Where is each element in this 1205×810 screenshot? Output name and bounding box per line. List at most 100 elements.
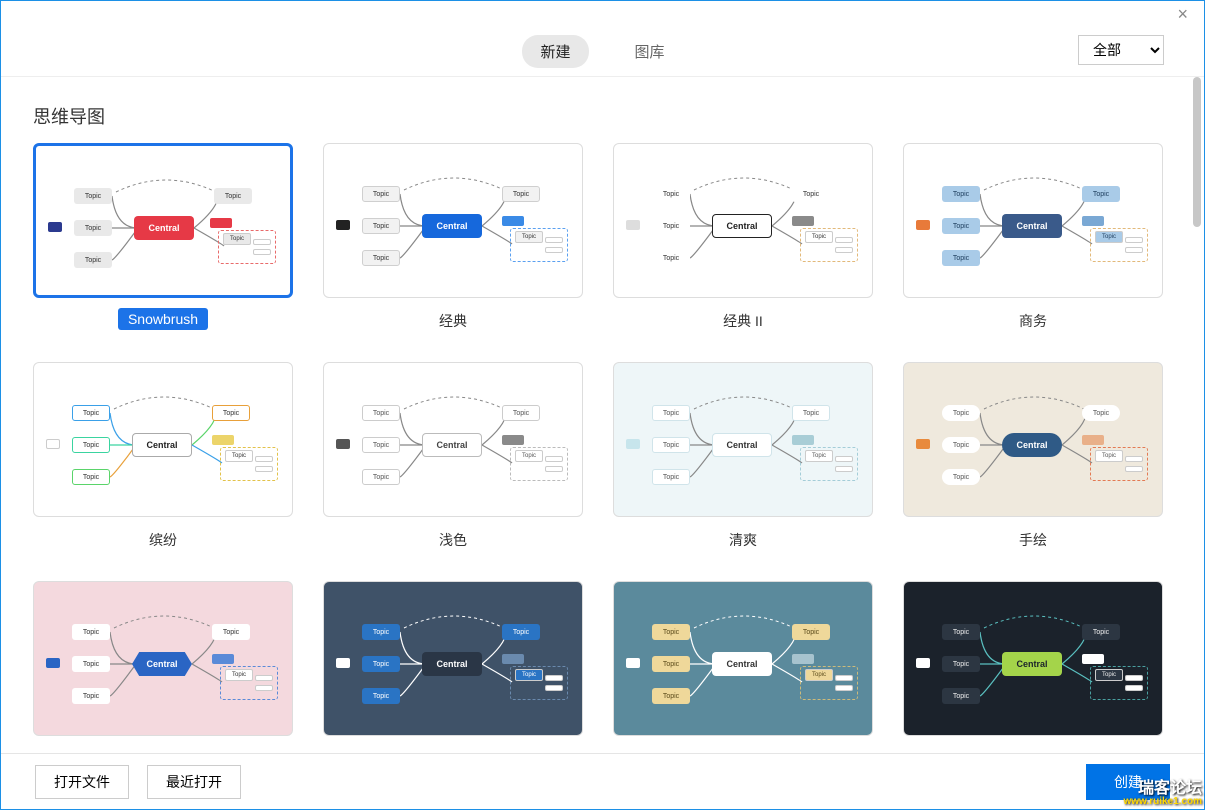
central-node: Central: [134, 216, 194, 240]
section-title: 思维导图: [33, 103, 1172, 129]
accent-chip: [212, 435, 234, 445]
topic-node: Topic: [942, 405, 980, 421]
template-label: 清爽: [719, 527, 767, 553]
sub-group: Topic: [220, 666, 278, 700]
topic-node: Topic: [942, 250, 980, 266]
topic-node: Topic: [652, 218, 690, 234]
template-classic2[interactable]: CentralTopicTopicTopicTopicTopic经典 II: [613, 143, 873, 334]
template-label: 派对: [139, 746, 187, 747]
template-party[interactable]: CentralTopicTopicTopicTopicTopic派对: [33, 581, 293, 747]
open-file-button[interactable]: 打开文件: [35, 765, 129, 799]
template-fresh[interactable]: CentralTopicTopicTopicTopicTopic清爽: [613, 362, 873, 553]
template-snowbrush[interactable]: CentralTopicTopicTopicTopicTopicSnowbrus…: [33, 143, 293, 334]
central-node: Central: [132, 433, 192, 457]
sub-group: Topic: [1090, 666, 1148, 700]
topic-node: Topic: [942, 624, 980, 640]
central-node: Central: [422, 214, 482, 238]
create-button[interactable]: 创建: [1086, 764, 1170, 800]
topic-node: Topic: [502, 186, 540, 202]
accent-chip: [1082, 216, 1104, 226]
template-label: 商务: [1009, 308, 1057, 334]
accent-chip: [1082, 654, 1104, 664]
summary-chip: [626, 439, 640, 449]
topic-node: Topic: [942, 469, 980, 485]
summary-chip: [626, 220, 640, 230]
topic-node: Topic: [212, 624, 250, 640]
topic-node: Topic: [652, 405, 690, 421]
accent-chip: [502, 654, 524, 664]
topic-node: Topic: [792, 405, 830, 421]
template-label: 缤纷: [139, 527, 187, 553]
topic-node: Topic: [72, 624, 110, 640]
sub-group: Topic: [510, 447, 568, 481]
sub-group: Topic: [510, 228, 568, 262]
tab-library[interactable]: 图库: [617, 35, 683, 68]
topic-node: Topic: [72, 656, 110, 672]
content-area: 思维导图 Central Topic Topic Topic Topic Topic Sno…: [1, 77, 1204, 747]
template-light[interactable]: CentralTopicTopicTopicTopicTopic浅色: [323, 362, 583, 553]
accent-chip: [212, 654, 234, 664]
topic-node: Topic: [942, 437, 980, 453]
template-formal[interactable]: CentralTopicTopicTopicTopicTopic正式: [323, 581, 583, 747]
filter-dropdown[interactable]: 全部: [1078, 35, 1164, 65]
topic-node: Topic: [942, 688, 980, 704]
central-node: Central: [422, 652, 482, 676]
template-label: 海洋: [719, 746, 767, 747]
topic-node: Topic: [652, 469, 690, 485]
sub-group: Topic: [1090, 447, 1148, 481]
template-classic[interactable]: CentralTopicTopicTopicTopicTopic经典: [323, 143, 583, 334]
template-label: 经典 II: [713, 308, 773, 334]
scrollbar-thumb[interactable]: [1193, 77, 1201, 227]
sub-group: Topic: [218, 230, 276, 264]
tab-new[interactable]: 新建: [522, 35, 588, 68]
template-vitality[interactable]: CentralTopicTopicTopicTopicTopic活力: [903, 581, 1163, 747]
template-label: 正式: [429, 746, 477, 747]
footer: 打开文件 最近打开 创建: [1, 753, 1204, 809]
template-thumbnail: CentralTopicTopicTopicTopicTopic: [613, 362, 873, 517]
accent-chip: [1082, 435, 1104, 445]
topic-node: Topic: [72, 437, 110, 453]
template-thumbnail: CentralTopicTopicTopicTopicTopic: [33, 581, 293, 736]
topic-node: Topic: [72, 688, 110, 704]
summary-chip: [336, 658, 350, 668]
topic-node: Topic: [362, 624, 400, 640]
template-thumbnail: CentralTopicTopicTopicTopicTopic: [903, 143, 1163, 298]
template-ocean[interactable]: CentralTopicTopicTopicTopicTopic海洋: [613, 581, 873, 747]
topic-node: Topic: [652, 186, 690, 202]
template-sketch[interactable]: CentralTopicTopicTopicTopicTopic手绘: [903, 362, 1163, 553]
topic-node: Topic: [1082, 405, 1120, 421]
template-thumbnail: CentralTopicTopicTopicTopicTopic: [613, 143, 873, 298]
close-icon[interactable]: ×: [1177, 4, 1188, 25]
topic-node: Topic: [652, 688, 690, 704]
topic-node: Topic: [214, 188, 252, 204]
topic-node: Topic: [362, 469, 400, 485]
topic-node: Topic: [942, 218, 980, 234]
tab-bar: 新建 图库: [522, 35, 682, 68]
topic-node: Topic: [362, 688, 400, 704]
scrollbar[interactable]: [1192, 77, 1202, 747]
recent-button[interactable]: 最近打开: [147, 765, 241, 799]
topic-node: Topic: [652, 250, 690, 266]
accent-chip: [792, 435, 814, 445]
template-label: Snowbrush: [118, 308, 208, 330]
template-business[interactable]: CentralTopicTopicTopicTopicTopic商务: [903, 143, 1163, 334]
topic-node: Topic: [362, 218, 400, 234]
accent-chip: [792, 216, 814, 226]
summary-chip: [916, 658, 930, 668]
filter-select[interactable]: 全部: [1078, 35, 1164, 65]
central-node: Central: [422, 433, 482, 457]
topic-node: Topic: [652, 437, 690, 453]
template-label: 经典: [429, 308, 477, 334]
header: 新建 图库 全部: [1, 27, 1204, 77]
sub-group: Topic: [800, 228, 858, 262]
template-thumbnail: CentralTopicTopicTopicTopicTopic: [33, 362, 293, 517]
topic-node: Topic: [74, 252, 112, 268]
template-thumbnail: CentralTopicTopicTopicTopicTopic: [903, 362, 1163, 517]
topic-node: Topic: [1082, 624, 1120, 640]
central-node: Central: [712, 214, 772, 238]
topic-node: Topic: [72, 469, 110, 485]
template-colorful[interactable]: CentralTopicTopicTopicTopicTopic缤纷: [33, 362, 293, 553]
summary-chip: [336, 220, 350, 230]
template-thumbnail: CentralTopicTopicTopicTopicTopic: [323, 581, 583, 736]
template-label: 活力: [1009, 746, 1057, 747]
